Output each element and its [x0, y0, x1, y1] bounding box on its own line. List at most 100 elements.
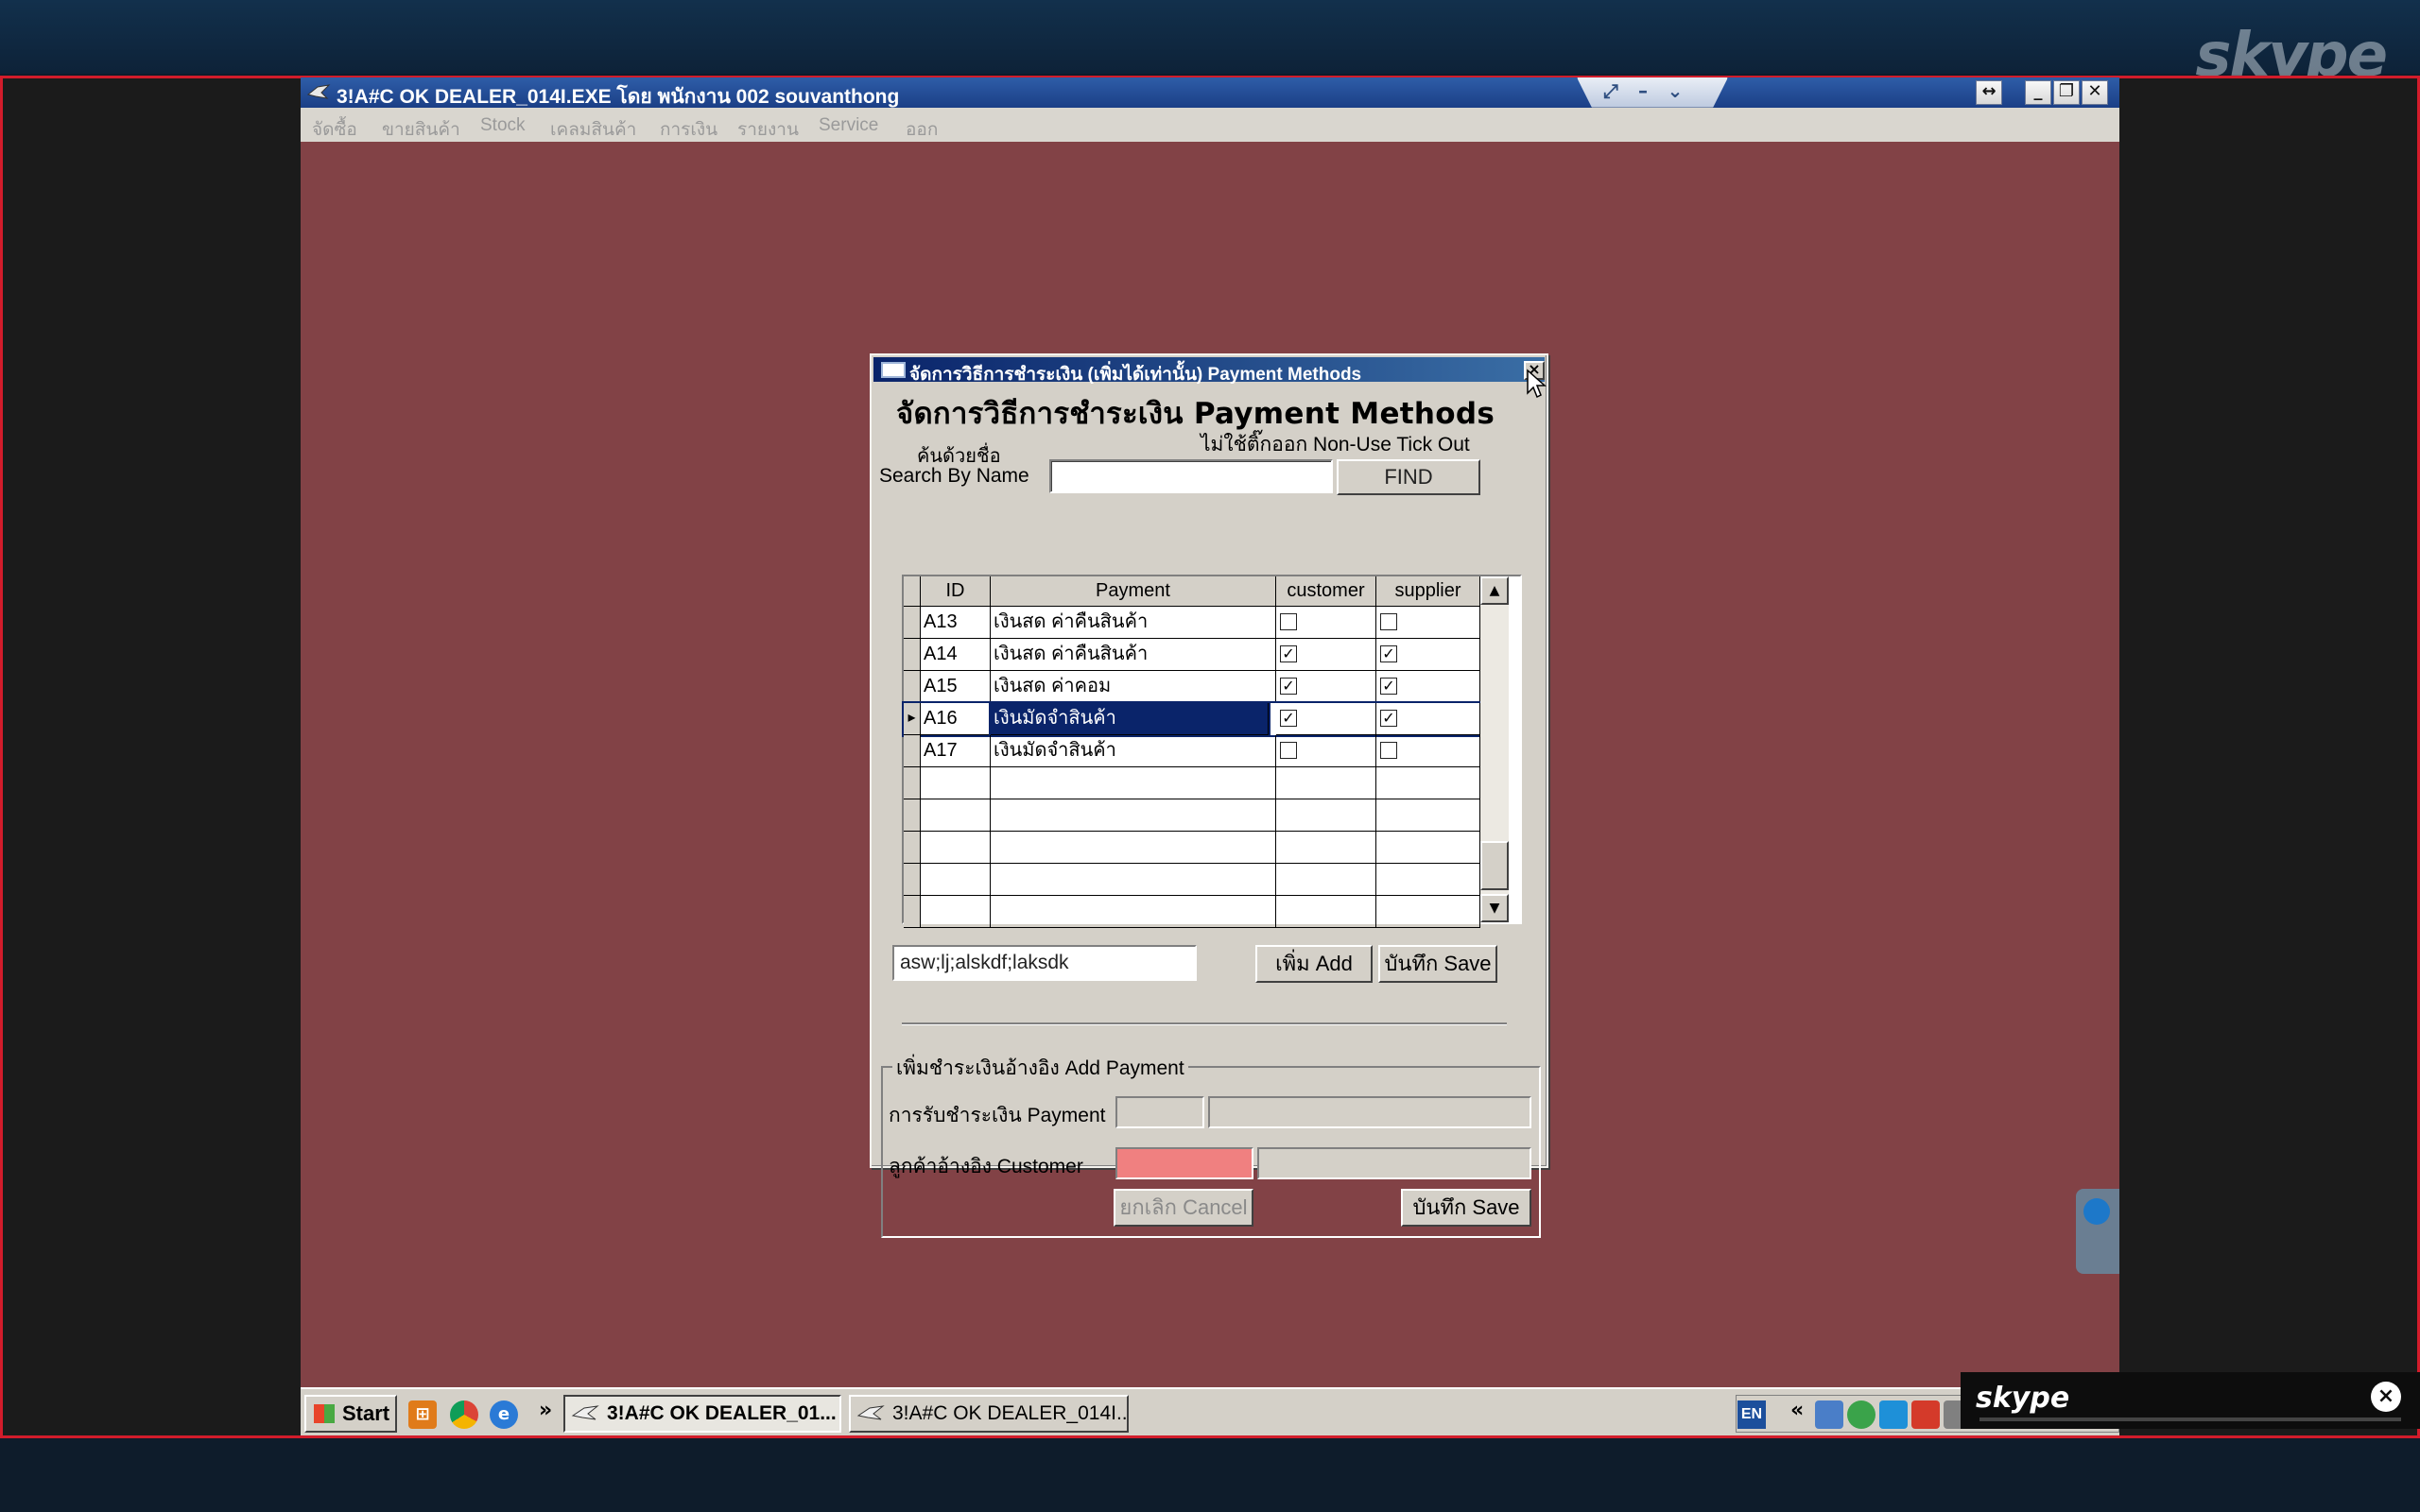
menu-stock[interactable]: Stock: [480, 115, 526, 136]
minimize-session-icon[interactable]: –: [1631, 79, 1655, 102]
menu-finance[interactable]: การเงิน: [660, 115, 717, 144]
grid-cell-payment: เงินสด ค่าคืนสินค้า: [991, 639, 1276, 671]
menu-purchase[interactable]: จัดซื้อ: [312, 115, 357, 144]
row-selector: [904, 864, 921, 896]
tray-expand-chevron[interactable]: «: [1790, 1399, 1804, 1422]
grid-cell-id: [921, 832, 991, 864]
grid-cell-customer: [1276, 864, 1376, 896]
grid-cell-id: A14: [921, 639, 991, 671]
resize-arrows-icon[interactable]: ↔: [1976, 80, 2002, 105]
grid-cell-id: [921, 896, 991, 928]
row-selector: [904, 799, 921, 832]
remote-session-tab[interactable]: ⤢ – ⌄: [1577, 77, 1728, 108]
grid-cell-id: A17: [921, 735, 991, 767]
chat-app-icon[interactable]: [1847, 1400, 1876, 1429]
scroll-up-arrow-icon[interactable]: ▲: [1480, 576, 1509, 605]
grid-cell-id: [921, 799, 991, 832]
grid-scrollbar[interactable]: ▲ ▼: [1480, 576, 1509, 922]
window-icon: [881, 362, 906, 378]
grid-cell-id: A16: [921, 703, 991, 735]
supplier-checkbox[interactable]: [1380, 742, 1397, 759]
grid-cell-payment: เงินมัดจำสินค้า: [989, 701, 1270, 737]
scroll-thumb[interactable]: [1480, 841, 1509, 890]
scroll-down-arrow-icon[interactable]: ▼: [1480, 894, 1509, 922]
customer-checkbox[interactable]: ✓: [1280, 645, 1297, 662]
quick-launch-overflow[interactable]: »: [539, 1399, 552, 1422]
payment-methods-grid[interactable]: ID Payment customer supplier A13 เงินสด ค่าคื…: [902, 575, 1522, 928]
row-selector: [904, 639, 921, 671]
network-icon[interactable]: [1815, 1400, 1843, 1429]
grid-cell-customer: [1276, 896, 1376, 928]
grid-header-supplier: supplier: [1376, 576, 1480, 607]
internet-explorer-icon[interactable]: e: [490, 1400, 518, 1429]
close-button[interactable]: ✕: [2082, 80, 2108, 105]
bird-app-icon: [571, 1405, 599, 1420]
customer-checkbox[interactable]: ✓: [1280, 710, 1297, 727]
dialog-title-bar[interactable]: จัดการวิธีการชำระเงิน (เพิ่มได้เท่านั้น)…: [873, 357, 1545, 385]
row-selector: [904, 767, 921, 799]
grid-cell-supplier: [1376, 864, 1480, 896]
grid-header-payment: Payment: [991, 576, 1276, 607]
start-button[interactable]: Start: [304, 1395, 397, 1433]
customer-label: ลูกค้าอ้างอิง Customer: [889, 1156, 1083, 1177]
grid-cell-id: [921, 864, 991, 896]
payment-name-field[interactable]: [1208, 1096, 1531, 1128]
customer-code-field[interactable]: [1115, 1147, 1253, 1179]
screen-share-bottom-bar: [0, 1438, 2420, 1512]
spreadsheet-icon[interactable]: ⊞: [408, 1400, 437, 1429]
find-button[interactable]: FIND: [1337, 459, 1480, 495]
skype-share-popup: skype ×: [1961, 1372, 2420, 1429]
search-input[interactable]: [1049, 459, 1333, 493]
menu-service[interactable]: Service: [819, 115, 878, 136]
grid-cell-payment: [991, 799, 1276, 832]
grid-cell-id: A15: [921, 671, 991, 703]
close-icon[interactable]: ×: [2371, 1382, 2401, 1412]
supplier-checkbox[interactable]: ✓: [1380, 678, 1397, 695]
customer-checkbox[interactable]: [1280, 613, 1297, 630]
menu-bar: จัดซื้อ ขายสินค้า Stock เคลมสินค้า การเง…: [301, 108, 2119, 142]
supplier-checkbox[interactable]: [1380, 613, 1397, 630]
fullscreen-icon[interactable]: ⤢: [1599, 79, 1623, 102]
payment-label: การรับชำระเงิน Payment: [889, 1105, 1106, 1126]
menu-exit[interactable]: ออก: [906, 115, 938, 144]
payment-methods-dialog: จัดการวิธีการชำระเงิน (เพิ่มได้เท่านั้น)…: [870, 353, 1548, 1238]
menu-reports[interactable]: รายงาน: [737, 115, 799, 144]
language-indicator[interactable]: EN: [1737, 1400, 1766, 1429]
grid-cell-supplier: [1376, 767, 1480, 799]
grid-cell-supplier: [1376, 607, 1480, 639]
chevron-down-icon[interactable]: ⌄: [1663, 79, 1687, 102]
grid-cell-id: [921, 767, 991, 799]
save-button[interactable]: บันทึก Save: [1378, 945, 1497, 983]
taskbar-app[interactable]: 3!A#C OK DEALER_014I...: [849, 1395, 1129, 1433]
cancel-button[interactable]: ยกเลิก Cancel: [1114, 1189, 1253, 1227]
row-selector: [904, 671, 921, 703]
bird-app-icon: [306, 84, 331, 99]
grid-cell-customer: [1276, 799, 1376, 832]
customer-checkbox[interactable]: ✓: [1280, 678, 1297, 695]
chrome-icon[interactable]: [450, 1400, 478, 1429]
minimize-button[interactable]: _: [2025, 80, 2051, 105]
menu-sales[interactable]: ขายสินค้า: [382, 115, 460, 144]
restore-button[interactable]: ❐: [2053, 80, 2080, 105]
grid-cell-payment: เงินสด ค่าคืนสินค้า: [991, 607, 1276, 639]
group-save-button[interactable]: บันทึก Save: [1401, 1189, 1531, 1227]
payment-code-field[interactable]: [1115, 1096, 1204, 1128]
add-button[interactable]: เพิ่ม Add: [1255, 945, 1373, 983]
grid-cell-supplier: ✓: [1376, 639, 1480, 671]
monitor-icon[interactable]: [1879, 1400, 1908, 1429]
grid-cell-supplier: ✓: [1376, 671, 1480, 703]
new-payment-name-input[interactable]: asw;lj;alskdf;laksdk: [892, 945, 1197, 981]
taskbar-app-active[interactable]: 3!A#C OK DEALER_01...: [563, 1395, 841, 1433]
antivirus-icon[interactable]: [1911, 1400, 1940, 1429]
grid-cell-supplier: [1376, 896, 1480, 928]
supplier-checkbox[interactable]: ✓: [1380, 645, 1397, 662]
customer-checkbox[interactable]: [1280, 742, 1297, 759]
menu-claims[interactable]: เคลมสินค้า: [550, 115, 636, 144]
grid-cell-customer: [1276, 607, 1376, 639]
app-title-bar[interactable]: 3!A#C OK DEALER_014I.EXE โดย พนักงาน 002…: [301, 77, 2119, 108]
customer-name-field[interactable]: [1257, 1147, 1531, 1179]
grid-cell-payment: [991, 767, 1276, 799]
supplier-checkbox[interactable]: ✓: [1380, 710, 1397, 727]
grid-cell-payment: [991, 832, 1276, 864]
grid-cell-id: A13: [921, 607, 991, 639]
